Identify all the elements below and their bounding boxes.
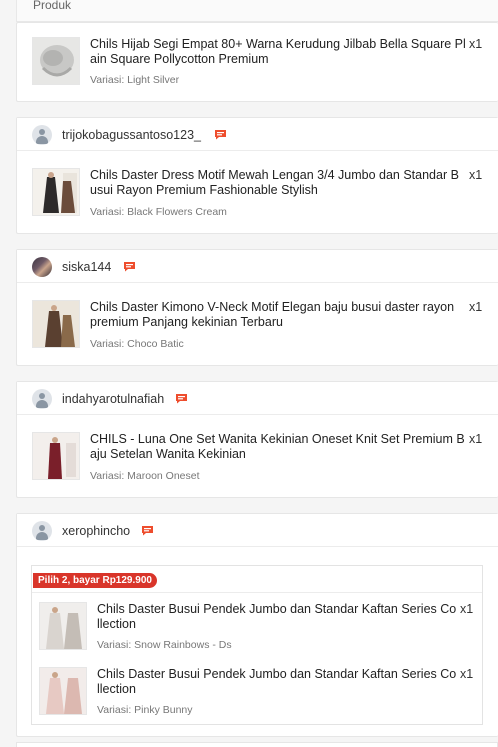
product-thumbnail[interactable] [32,300,80,348]
product-variant: Variasi: Snow Rainbows - Ds [97,639,232,651]
buyer-username[interactable]: siska144 [62,260,111,274]
product-header: Produk [16,0,498,22]
product-name[interactable]: Chils Daster Dress Motif Mewah Lengan 3/… [90,168,468,198]
order-card-header: indahyarotulnafiah [17,382,498,415]
product-name-line: llection [97,617,136,631]
product-name[interactable]: Chils Daster Kimono V-Neck Motif Elegan … [90,300,468,330]
buyer-username[interactable]: indahyarotulnafiah [62,392,164,406]
product-name-line: aju Setelan Wanita Kekinian [90,447,246,461]
buyer-username[interactable]: xerophincho [62,524,130,538]
product-row[interactable]: CHILS - Luna One Set Wanita Kekinian One… [17,415,498,482]
product-row[interactable]: Chils Daster Busui Pendek Jumbo dan Stan… [32,658,482,722]
product-row[interactable]: Chils Hijab Segi Empat 80+ Warna Kerudun… [17,23,498,87]
chat-icon[interactable] [141,525,154,536]
user-avatar-icon[interactable] [32,389,52,409]
product-variant: Variasi: Pinky Bunny [97,704,193,716]
product-qty: x1 [469,432,483,446]
order-card: siska144 Chils Daster Kimono V-Neck Moti… [16,249,498,366]
product-name[interactable]: CHILS - Luna One Set Wanita Kekinian One… [90,432,468,462]
product-header-label: Produk [33,0,72,12]
user-avatar-icon[interactable] [32,257,52,277]
product-row[interactable]: Chils Daster Kimono V-Neck Motif Elegan … [17,283,498,350]
product-qty: x1 [460,667,474,681]
product-name-line: usui Rayon Premium Fashionable Stylish [90,183,318,197]
product-thumbnail[interactable] [32,432,80,480]
product-variant: Variasi: Light Silver [90,74,180,86]
product-thumbnail[interactable] [32,168,80,216]
order-card-header: trijokobagussantoso123_ [17,118,498,151]
bundle-promo-badge: Pilih 2, bayar Rp129.900 [33,573,157,588]
product-name[interactable]: Chils Daster Busui Pendek Jumbo dan Stan… [97,667,459,697]
buyer-username[interactable]: trijokobagussantoso123_ [62,128,201,142]
order-card: xerophincho Pilih 2, bayar Rp129.900 Chi… [16,513,498,737]
product-name[interactable]: Chils Hijab Segi Empat 80+ Warna Kerudun… [90,37,468,67]
product-name-line: Chils Daster Dress Motif Mewah Lengan 3/… [90,168,459,182]
order-card-header: siska144 [17,250,498,283]
product-name-line: Chils Daster Kimono V-Neck Motif Elegan … [90,300,455,314]
product-variant: Variasi: Maroon Oneset [90,470,200,482]
product-variant: Variasi: Black Flowers Cream [90,206,227,218]
chat-icon[interactable] [214,129,227,140]
product-name-line: Chils Hijab Segi Empat 80+ Warna Kerudun… [90,37,466,51]
chat-icon[interactable] [175,393,188,404]
bundle-group: Pilih 2, bayar Rp129.900 Chils Daster Bu… [31,565,483,725]
product-qty: x1 [469,37,483,51]
product-qty: x1 [469,168,483,182]
product-qty: x1 [460,602,474,616]
order-card-header: xerophincho [17,514,498,547]
user-avatar-icon[interactable] [32,125,52,145]
order-card: Chils Hijab Segi Empat 80+ Warna Kerudun… [16,22,498,102]
product-thumbnail[interactable] [39,602,87,650]
order-card: indahyarotulnafiah CHILS - Luna One Set … [16,381,498,498]
product-row[interactable]: Chils Daster Busui Pendek Jumbo dan Stan… [32,593,482,657]
product-name-line: llection [97,682,136,696]
product-qty: x1 [469,300,483,314]
user-avatar-icon[interactable] [32,521,52,541]
product-row[interactable]: Chils Daster Dress Motif Mewah Lengan 3/… [17,151,498,218]
product-thumbnail[interactable] [32,37,80,85]
next-card-edge [16,742,498,747]
product-thumbnail[interactable] [39,667,87,715]
product-name-line: Chils Daster Busui Pendek Jumbo dan Stan… [97,602,457,616]
chat-icon[interactable] [123,261,136,272]
product-name-line: Chils Daster Busui Pendek Jumbo dan Stan… [97,667,457,681]
product-name-line: premium Panjang kekinian Terbaru [90,315,283,329]
product-name-line: ain Square Pollycotton Premium [90,52,269,66]
product-name[interactable]: Chils Daster Busui Pendek Jumbo dan Stan… [97,602,459,632]
order-card: trijokobagussantoso123_ Chils Daster Dre… [16,117,498,234]
product-variant: Variasi: Choco Batic [90,338,184,350]
product-name-line: CHILS - Luna One Set Wanita Kekinian One… [90,432,465,446]
